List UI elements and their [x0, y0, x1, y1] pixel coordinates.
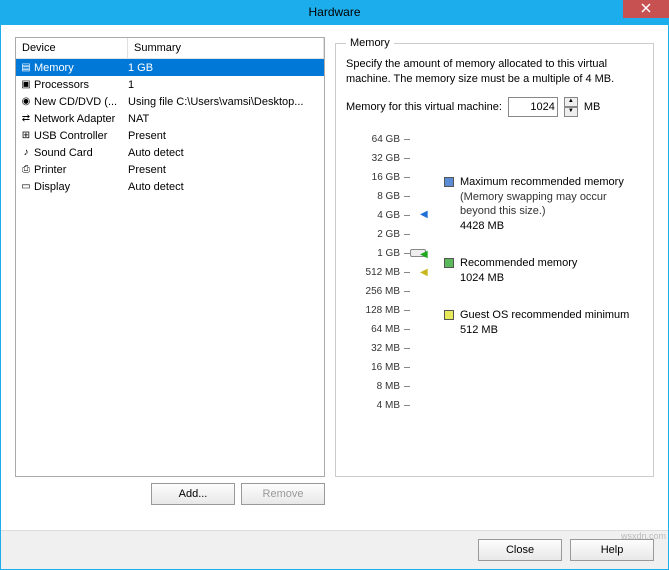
tick-label: 1 GB: [346, 245, 400, 262]
swatch-yellow-icon: [444, 310, 454, 320]
tick-label: 4 GB: [346, 207, 400, 224]
tick-label: 8 MB: [346, 378, 400, 395]
device-row-sound-card[interactable]: ♪Sound CardAuto detect: [16, 144, 324, 161]
device-row-display[interactable]: ▭DisplayAuto detect: [16, 178, 324, 195]
device-summary: Auto detect: [128, 147, 322, 159]
close-icon[interactable]: [623, 0, 669, 18]
memory-input-label: Memory for this virtual machine:: [346, 101, 502, 113]
memory-description: Specify the amount of memory allocated t…: [346, 57, 643, 87]
legend-rec: Recommended memory 1024 MB: [444, 256, 643, 286]
tick-label: 16 MB: [346, 359, 400, 376]
tick-label: 64 MB: [346, 321, 400, 338]
device-summary: Present: [128, 130, 322, 142]
memory-spinner[interactable]: ▲ ▼: [564, 97, 578, 117]
dialog-body: Device Summary ▤Memory1 GB▣Processors1◉N…: [0, 24, 669, 570]
device-summary: Using file C:\Users\vamsi\Desktop...: [128, 96, 322, 108]
device-icon: ▣: [18, 78, 34, 92]
device-summary: 1: [128, 79, 322, 91]
device-label: Processors: [34, 79, 128, 91]
tick-label: 16 GB: [346, 169, 400, 186]
swatch-green-icon: [444, 258, 454, 268]
tick-label: 512 MB: [346, 264, 400, 281]
device-row-memory[interactable]: ▤Memory1 GB: [16, 59, 324, 76]
device-label: Network Adapter: [34, 113, 128, 125]
legend-max: Maximum recommended memory (Memory swapp…: [444, 175, 643, 234]
memory-unit: MB: [584, 101, 601, 113]
device-icon: ♪: [18, 146, 34, 160]
memory-group: Memory Specify the amount of memory allo…: [335, 37, 654, 477]
device-row-processors[interactable]: ▣Processors1: [16, 76, 324, 93]
device-panel: Device Summary ▤Memory1 GB▣Processors1◉N…: [15, 37, 325, 505]
remove-button[interactable]: Remove: [241, 483, 325, 505]
watermark: wsxdn.com: [621, 531, 666, 541]
tick-label: 8 GB: [346, 188, 400, 205]
device-list[interactable]: Device Summary ▤Memory1 GB▣Processors1◉N…: [15, 37, 325, 477]
list-header: Device Summary: [16, 38, 324, 59]
device-label: Printer: [34, 164, 128, 176]
device-label: Display: [34, 181, 128, 193]
device-icon: ⇄: [18, 112, 34, 126]
tick-label: 4 MB: [346, 397, 400, 414]
tick-label: 32 GB: [346, 150, 400, 167]
device-row-network-adapter[interactable]: ⇄Network AdapterNAT: [16, 110, 324, 127]
device-summary: NAT: [128, 113, 322, 125]
device-summary: Present: [128, 164, 322, 176]
memory-legend: Memory: [346, 37, 394, 49]
arrow-max-icon: ◀: [420, 209, 428, 220]
column-summary[interactable]: Summary: [128, 38, 324, 58]
swatch-blue-icon: [444, 177, 454, 187]
device-icon: ▭: [18, 180, 34, 194]
tick-label: 128 MB: [346, 302, 400, 319]
device-label: USB Controller: [34, 130, 128, 142]
device-icon: ⎙: [18, 163, 34, 177]
window-title: Hardware: [308, 5, 360, 19]
help-button[interactable]: Help: [570, 539, 654, 561]
add-button[interactable]: Add...: [151, 483, 235, 505]
titlebar: Hardware: [0, 0, 669, 24]
tick-label: 256 MB: [346, 283, 400, 300]
device-label: Sound Card: [34, 147, 128, 159]
settings-panel: Memory Specify the amount of memory allo…: [335, 37, 654, 505]
tick-label: 32 MB: [346, 340, 400, 357]
device-summary: Auto detect: [128, 181, 322, 193]
close-button[interactable]: Close: [478, 539, 562, 561]
memory-input[interactable]: [508, 97, 558, 117]
tick-label: 64 GB: [346, 131, 400, 148]
device-icon: ◉: [18, 95, 34, 109]
arrow-min-icon: ◀: [420, 267, 428, 278]
arrow-rec-icon: ◀: [420, 249, 428, 260]
memory-slider-ticks: 64 GB 32 GB 16 GB 8 GB 4 GB 2 GB 1 GB 512 MB 256…: [346, 131, 400, 414]
device-summary: 1 GB: [128, 62, 322, 74]
tick-label: 2 GB: [346, 226, 400, 243]
device-icon: ⊞: [18, 129, 34, 143]
legend-min: Guest OS recommended minimum 512 MB: [444, 308, 643, 338]
device-label: New CD/DVD (...: [34, 96, 128, 108]
spin-up-icon[interactable]: ▲: [564, 97, 578, 107]
device-row-usb-controller[interactable]: ⊞USB ControllerPresent: [16, 127, 324, 144]
memory-slider[interactable]: ◀ ◀ ◀: [412, 139, 432, 414]
column-device[interactable]: Device: [16, 38, 128, 58]
device-row-new-cd-dvd-[interactable]: ◉New CD/DVD (...Using file C:\Users\vams…: [16, 93, 324, 110]
dialog-footer: Close Help: [1, 530, 668, 569]
device-icon: ▤: [18, 61, 34, 75]
device-row-printer[interactable]: ⎙PrinterPresent: [16, 161, 324, 178]
device-label: Memory: [34, 62, 128, 74]
spin-down-icon[interactable]: ▼: [564, 107, 578, 117]
